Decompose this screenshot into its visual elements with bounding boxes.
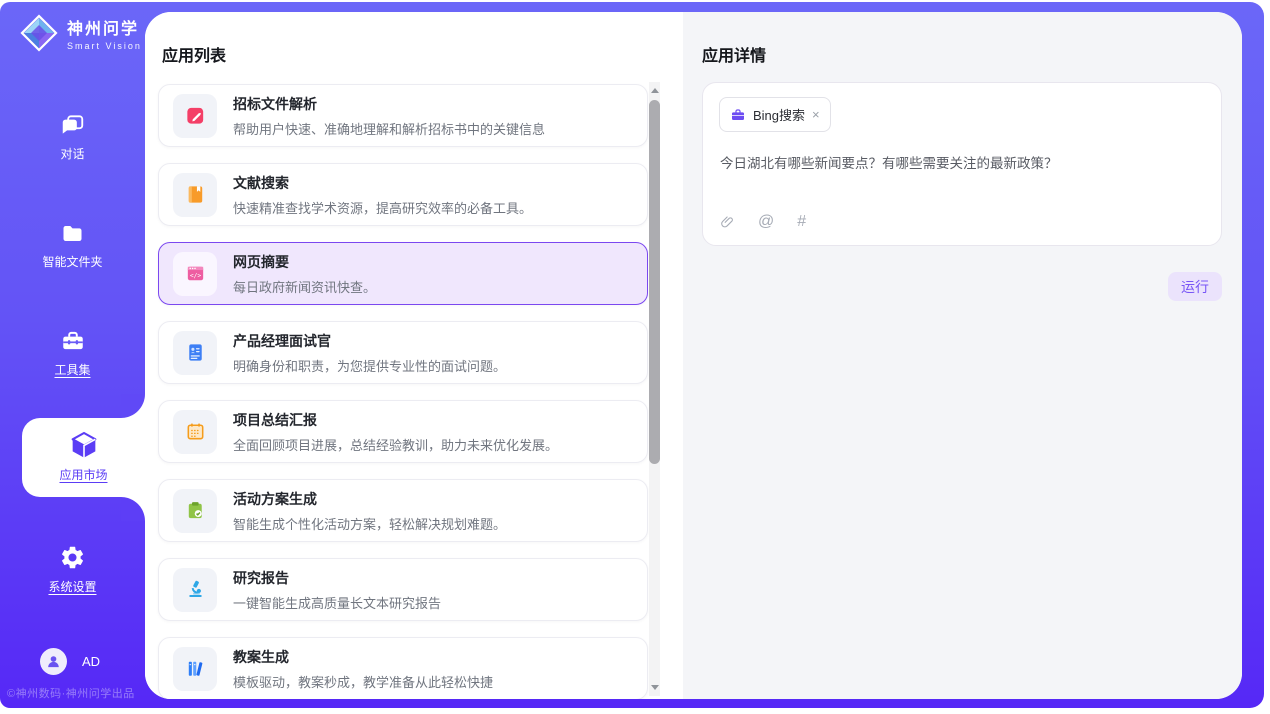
sidebar-item-label: 系统设置 <box>0 578 145 595</box>
active-tab-bottom-fillet <box>121 497 145 521</box>
list-item-title: 教案生成 <box>233 647 493 667</box>
list-item-project-summary[interactable]: 项目总结汇报 全面回顾项目进展，总结经验教训，助力未来优化发展。 <box>158 400 648 463</box>
chat-icon <box>59 112 86 138</box>
brand-subtitle: Smart Vision <box>67 41 142 51</box>
calendar-icon <box>184 420 207 443</box>
app-detail-title: 应用详情 <box>702 42 766 66</box>
hash-icon[interactable]: # <box>797 213 806 231</box>
list-item-desc: 快速精准查找学术资源，提高研究效率的必备工具。 <box>233 198 532 217</box>
tool-tag-label: Bing搜索 <box>753 105 805 124</box>
list-item-desc: 智能生成个性化活动方案，轻松解决规划难题。 <box>233 514 506 533</box>
toolbox-icon <box>59 328 87 354</box>
list-item-bid-document-parsing[interactable]: 招标文件解析 帮助用户快速、准确地理解和解析招标书中的关键信息 <box>158 84 648 147</box>
scroll-down-arrow-icon[interactable] <box>651 685 659 690</box>
sidebar-item-app-market[interactable]: 应用市场 <box>22 418 145 497</box>
list-item-webpage-summary[interactable]: </> 网页摘要 每日政府新闻资讯快查。 <box>158 242 648 305</box>
brand-logo: 神州问学 Smart Vision <box>20 14 142 52</box>
list-item-title: 网页摘要 <box>233 252 376 272</box>
svg-text:</>: </> <box>189 273 200 280</box>
resume-icon <box>184 341 207 364</box>
list-item-event-plan[interactable]: 活动方案生成 智能生成个性化活动方案，轻松解决规划难题。 <box>158 479 648 542</box>
list-item-desc: 全面回顾项目进展，总结经验教训，助力未来优化发展。 <box>233 435 558 454</box>
folder-icon <box>59 222 86 246</box>
briefcase-icon <box>730 107 746 123</box>
close-icon[interactable]: × <box>812 107 820 122</box>
app-list-title: 应用列表 <box>162 42 226 66</box>
copyright-text: ©神州数码·神州问学出品 <box>7 685 135 701</box>
sidebar-item-toolset[interactable]: 工具集 <box>0 328 145 378</box>
app-window: 神州问学 Smart Vision 对话 智能文件夹 工具集 <box>0 2 1264 708</box>
avatar <box>40 648 67 675</box>
book-icon <box>184 183 207 206</box>
active-tab-top-fillet <box>121 394 145 418</box>
sidebar-item-label: 智能文件夹 <box>0 253 145 270</box>
list-scrollbar[interactable] <box>649 82 660 696</box>
sidebar-item-label: 应用市场 <box>22 466 145 483</box>
app-detail-pane: 应用详情 Bing搜索 × 今日湖北有哪些新闻要点？有哪些需要关注的最新政策？ <box>683 12 1242 699</box>
tool-tag-bing-search[interactable]: Bing搜索 × <box>719 97 831 132</box>
list-item-pm-interviewer[interactable]: 产品经理面试官 明确身份和职责，为您提供专业性的面试问题。 <box>158 321 648 384</box>
scrollbar-thumb[interactable] <box>649 100 660 464</box>
gear-icon <box>59 544 86 571</box>
list-item-desc: 每日政府新闻资讯快查。 <box>233 277 376 296</box>
books-icon <box>184 657 207 680</box>
list-item-desc: 一键智能生成高质量长文本研究报告 <box>233 593 441 612</box>
microscope-icon <box>184 578 207 601</box>
list-item-literature-search[interactable]: 文献搜索 快速精准查找学术资源，提高研究效率的必备工具。 <box>158 163 648 226</box>
list-item-desc: 模板驱动，教案秒成，教学准备从此轻松快捷 <box>233 672 493 691</box>
run-button[interactable]: 运行 <box>1168 272 1222 301</box>
webpage-code-icon: </> <box>184 262 207 285</box>
sidebar-item-label: 工具集 <box>0 361 145 378</box>
list-item-title: 产品经理面试官 <box>233 331 506 351</box>
sidebar-item-settings[interactable]: 系统设置 <box>0 544 145 595</box>
list-item-desc: 明确身份和职责，为您提供专业性的面试问题。 <box>233 356 506 375</box>
diamond-logo-icon <box>20 14 58 52</box>
pen-edit-icon <box>184 104 207 127</box>
at-icon[interactable]: @ <box>758 213 774 231</box>
list-item-title: 文献搜索 <box>233 173 532 193</box>
scroll-up-arrow-icon[interactable] <box>651 88 659 93</box>
composer-toolbar: @ # <box>720 213 806 231</box>
content-panel: 应用列表 招标文件解析 帮助用户快速、准确地理解和解析招标书中的关键信息 <box>145 12 1242 699</box>
sidebar-item-label: 对话 <box>0 145 145 162</box>
list-item-title: 活动方案生成 <box>233 489 506 509</box>
sidebar-item-chat[interactable]: 对话 <box>0 112 145 162</box>
list-item-lesson-plan[interactable]: 教案生成 模板驱动，教案秒成，教学准备从此轻松快捷 <box>158 637 648 699</box>
list-item-research-report[interactable]: 研究报告 一键智能生成高质量长文本研究报告 <box>158 558 648 621</box>
prompt-card: Bing搜索 × 今日湖北有哪些新闻要点？有哪些需要关注的最新政策？ @ # <box>702 82 1222 246</box>
user-account[interactable]: AD <box>40 648 100 675</box>
app-list: 招标文件解析 帮助用户快速、准确地理解和解析招标书中的关键信息 文献搜索 <box>158 84 648 699</box>
cube-icon <box>68 429 100 461</box>
list-item-title: 项目总结汇报 <box>233 410 558 430</box>
user-name: AD <box>82 654 100 669</box>
clipboard-check-icon <box>184 499 207 522</box>
app-list-pane: 应用列表 招标文件解析 帮助用户快速、准确地理解和解析招标书中的关键信息 <box>145 12 683 699</box>
sidebar-item-smart-folder[interactable]: 智能文件夹 <box>0 222 145 270</box>
list-item-title: 研究报告 <box>233 568 441 588</box>
list-item-desc: 帮助用户快速、准确地理解和解析招标书中的关键信息 <box>233 119 545 138</box>
list-item-title: 招标文件解析 <box>233 94 545 114</box>
brand-title: 神州问学 <box>67 15 142 39</box>
paperclip-icon[interactable] <box>720 214 735 231</box>
person-icon <box>45 653 62 670</box>
prompt-text[interactable]: 今日湖北有哪些新闻要点？有哪些需要关注的最新政策？ <box>720 152 1204 172</box>
